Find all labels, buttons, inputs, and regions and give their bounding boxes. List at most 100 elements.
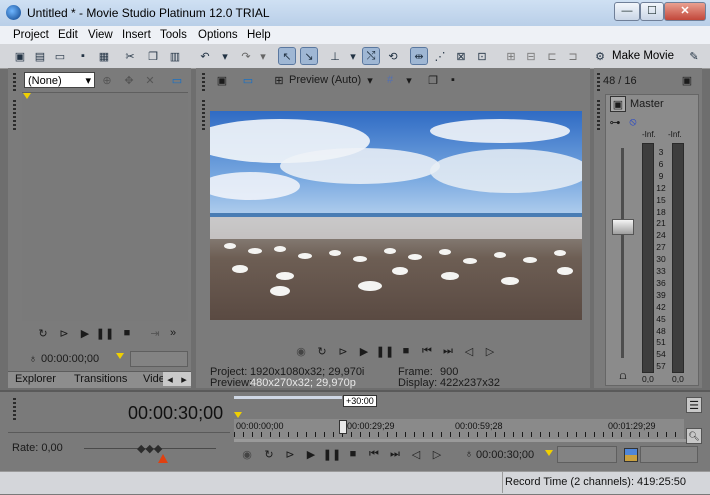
minimize-button[interactable]: — [614, 2, 640, 21]
undo-icon[interactable]: ↶ [197, 48, 213, 64]
timeline-go-to-start-icon[interactable]: ⏮ [367, 447, 381, 461]
preview-stop-icon[interactable]: ■ [399, 344, 413, 358]
lock-envelopes-icon[interactable]: ⇹ [410, 47, 428, 65]
redo-dropdown-icon[interactable]: ▾ [255, 48, 271, 64]
cut-icon[interactable]: ✂ [122, 48, 138, 64]
menu-options[interactable]: Options [198, 29, 238, 41]
timeline-pause-icon[interactable]: ❚❚ [323, 447, 341, 461]
tab-explorer[interactable]: Explorer [15, 373, 56, 385]
tab-scroll-right-icon[interactable]: ▸ [177, 372, 191, 386]
save-icon[interactable]: ▪ [75, 48, 91, 64]
timeline-next-frame-icon[interactable]: ▷ [430, 447, 444, 461]
timeline-previous-frame-icon[interactable]: ◁ [409, 447, 423, 461]
timeline-loop-icon[interactable]: ↻ [262, 447, 276, 461]
play-icon[interactable]: ▶ [78, 326, 92, 340]
redo-icon[interactable]: ↷ [238, 48, 254, 64]
brush-icon[interactable]: ✎ [686, 48, 702, 64]
normal-edit-tool-icon[interactable]: ↖ [278, 47, 296, 65]
panel-grip-left-top[interactable] [13, 73, 16, 91]
close-button[interactable]: ✕ [664, 2, 706, 21]
playhead-handle[interactable] [339, 420, 347, 434]
pan-crop-icon[interactable]: ⊠ [453, 48, 469, 64]
go-to-start-icon[interactable]: ⏮ [420, 344, 434, 358]
timeline-record-icon[interactable]: ◉ [240, 447, 254, 461]
fx-chain-icon[interactable]: ⊶ [608, 115, 622, 129]
mixer-properties-icon[interactable]: ▣ [680, 73, 694, 87]
trim-start-icon[interactable]: ⊏ [544, 48, 560, 64]
menu-edit[interactable]: Edit [58, 29, 78, 41]
panel-grip-preview[interactable] [202, 100, 205, 130]
overlays-chevron-icon[interactable]: ▾ [402, 73, 416, 87]
copy-snapshot-icon[interactable]: ❐ [426, 73, 440, 87]
save-snapshot-icon[interactable]: ▪ [446, 73, 460, 87]
overlays-icon[interactable]: # [383, 73, 397, 87]
tab-video-fx[interactable]: Vide [143, 373, 165, 385]
loop-icon[interactable]: ↻ [36, 326, 50, 340]
auto-preview-icon[interactable]: ⇥ [148, 326, 162, 340]
panel-grip-mixer[interactable] [597, 100, 600, 130]
preview-pause-icon[interactable]: ❚❚ [376, 344, 394, 358]
menu-tools[interactable]: Tools [160, 29, 187, 41]
mute-icon[interactable]: ⦸ [626, 115, 640, 129]
new-project-icon[interactable]: ▣ [12, 48, 28, 64]
selection-start-box[interactable] [557, 446, 617, 463]
preview-quality-icon[interactable]: ⊞ [272, 73, 286, 87]
preview-loop-icon[interactable]: ↻ [315, 344, 329, 358]
timeline-play-icon[interactable]: ▶ [304, 447, 318, 461]
timeline-stop-icon[interactable]: ■ [346, 447, 360, 461]
tab-transitions[interactable]: Transitions [74, 373, 127, 385]
previous-frame-icon[interactable]: ◁ [462, 344, 476, 358]
master-bus-icon[interactable]: ▣ [610, 96, 626, 112]
timeline-play-from-start-icon[interactable]: ⊳ [283, 447, 297, 461]
undo-dropdown-icon[interactable]: ▾ [217, 48, 233, 64]
lock-fader-icon[interactable]: ⩍ [616, 369, 630, 383]
snapping-icon[interactable]: ⊥ [327, 48, 343, 64]
open-folder-icon[interactable]: ▭ [52, 48, 68, 64]
play-from-start-icon[interactable]: ⊳ [57, 326, 71, 340]
snapping-dropdown-icon[interactable]: ▾ [345, 48, 361, 64]
next-frame-icon[interactable]: ▷ [483, 344, 497, 358]
search-media-icon[interactable]: ✥ [122, 73, 136, 87]
timeline-grip[interactable] [13, 398, 16, 422]
trim-end-icon[interactable]: ⊐ [565, 48, 581, 64]
tab-scroll-left-icon[interactable]: ◂ [163, 372, 177, 386]
pause-icon[interactable]: ❚❚ [96, 326, 114, 340]
auto-crossfade-icon[interactable]: ⤭ [362, 47, 380, 65]
stop-icon[interactable]: ■ [120, 326, 134, 340]
more-icon[interactable]: » [166, 326, 180, 340]
auto-ripple-icon[interactable]: ⟲ [385, 48, 401, 64]
import-media-icon[interactable]: ⊕ [100, 73, 114, 87]
split-icon[interactable]: ⊞ [503, 48, 519, 64]
panel-grip-left[interactable] [13, 100, 16, 130]
menu-project[interactable]: Project [13, 29, 49, 41]
video-preview-properties-icon[interactable]: ▣ [215, 73, 229, 87]
preview-play-icon[interactable]: ▶ [357, 344, 371, 358]
menu-help[interactable]: Help [247, 29, 271, 41]
panel-grip-preview-top[interactable] [202, 73, 205, 91]
timeline-go-to-end-icon[interactable]: ⏭ [388, 447, 402, 461]
preview-monitor-icon[interactable]: ▭ [170, 73, 184, 87]
loop-region-bar[interactable] [234, 396, 342, 399]
preview-quality-chevron-icon[interactable]: ▾ [363, 73, 377, 87]
remove-media-icon[interactable]: ✕ [143, 73, 157, 87]
maximize-button[interactable]: ☐ [640, 2, 664, 21]
master-fader-handle[interactable] [612, 219, 634, 235]
menu-view[interactable]: View [88, 29, 113, 41]
copy-icon[interactable]: ❐ [145, 48, 161, 64]
go-to-end-icon[interactable]: ⏭ [441, 344, 455, 358]
track-list-icon[interactable]: ☰ [686, 397, 702, 413]
zoom-icon[interactable]: ⊡ [474, 48, 490, 64]
zoom-timeline-icon[interactable]: 🔍︎ [686, 428, 702, 444]
panel-grip-mixer-top[interactable] [597, 73, 600, 91]
preview-play-from-start-icon[interactable]: ⊳ [336, 344, 350, 358]
preview-quality-label[interactable]: Preview (Auto) [289, 74, 361, 86]
new-file-icon[interactable]: ▤ [32, 48, 48, 64]
external-monitor-icon[interactable]: ▭ [241, 73, 255, 87]
record-icon[interactable]: ◉ [294, 344, 308, 358]
selection-length-box[interactable] [640, 446, 698, 463]
envelope-tool-icon[interactable]: ↘ [300, 47, 318, 65]
make-movie-icon[interactable]: ⚙ [592, 48, 608, 64]
media-filter-dropdown[interactable]: (None) ▾ [24, 72, 95, 88]
trimmer-position-bar[interactable] [130, 351, 188, 367]
paste-icon[interactable]: ▥ [167, 48, 183, 64]
